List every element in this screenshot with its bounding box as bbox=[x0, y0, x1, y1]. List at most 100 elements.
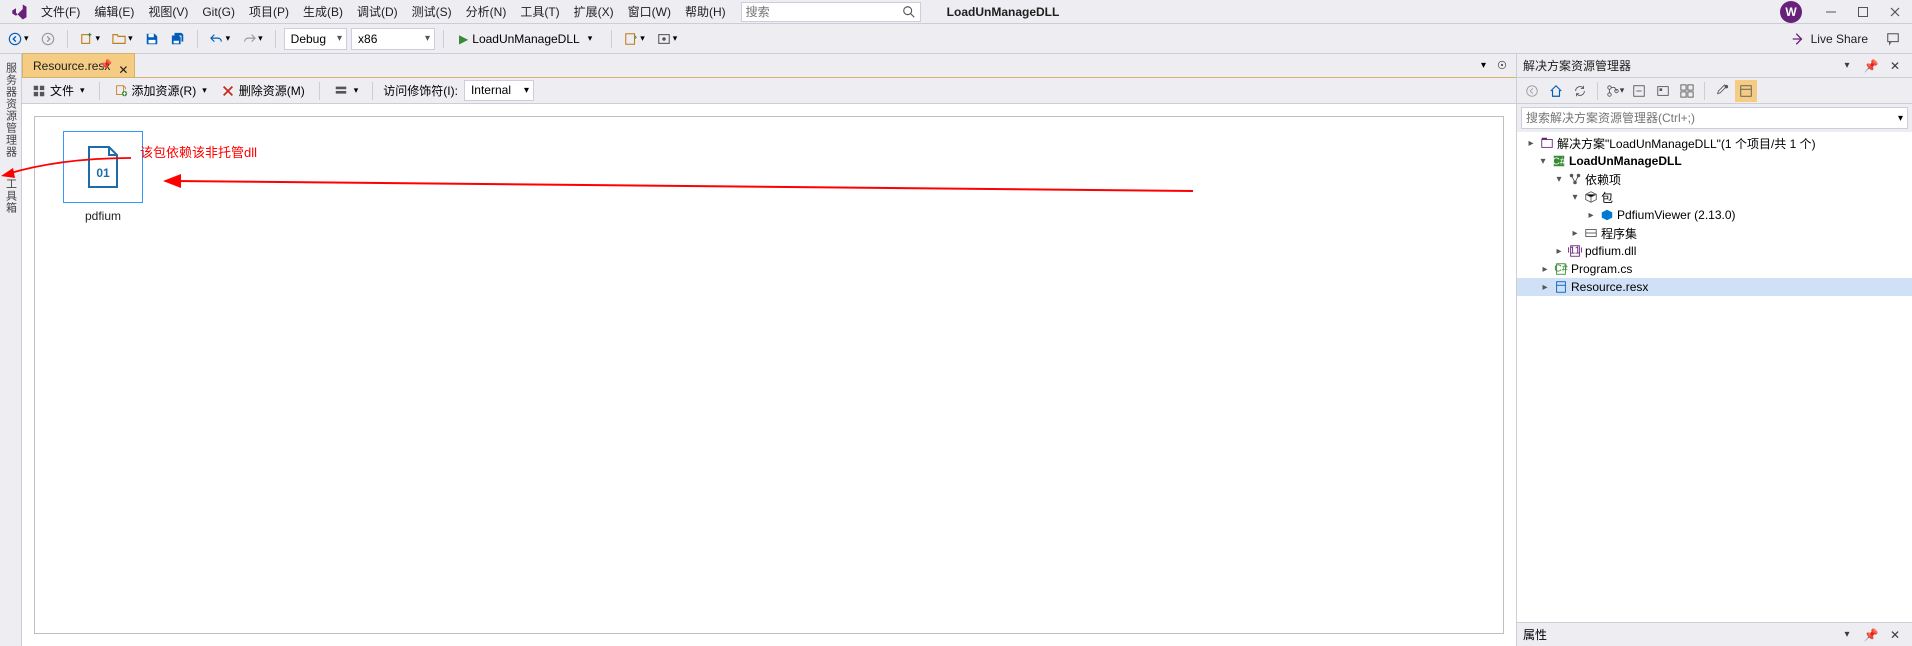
menu-extensions[interactable]: 扩展(X) bbox=[567, 1, 621, 23]
minimize-button[interactable] bbox=[1818, 2, 1844, 22]
vs-logo bbox=[10, 3, 28, 21]
live-share-label: Live Share bbox=[1811, 32, 1868, 46]
redo-button[interactable]: ▾ bbox=[238, 27, 267, 51]
solution-explorer-header[interactable]: 解决方案资源管理器 ▾ 📌 ✕ bbox=[1517, 54, 1912, 78]
panel-dropdown-icon[interactable]: ▾ bbox=[1836, 55, 1858, 77]
pin-icon[interactable]: 📌 bbox=[100, 54, 112, 78]
toolbar-extra1[interactable]: ▾ bbox=[620, 27, 649, 51]
live-share-button[interactable]: Live Share bbox=[1781, 32, 1878, 46]
close-button[interactable] bbox=[1882, 2, 1908, 22]
menu-view[interactable]: 视图(V) bbox=[141, 1, 195, 23]
resource-label: pdfium bbox=[63, 209, 143, 223]
resource-item-pdfium[interactable]: 01 pdfium bbox=[63, 131, 143, 223]
menu-file[interactable]: 文件(F) bbox=[34, 1, 87, 23]
se-search-input[interactable] bbox=[1526, 111, 1898, 125]
resx-add-label: 添加资源(R) bbox=[132, 82, 197, 99]
resource-canvas[interactable]: 01 pdfium bbox=[34, 116, 1504, 634]
feedback-button[interactable] bbox=[1882, 27, 1904, 51]
account-badge[interactable]: W bbox=[1780, 1, 1802, 23]
prop-pin-icon[interactable]: 📌 bbox=[1860, 624, 1882, 646]
tree-pdfiumviewer[interactable]: ▸ PdfiumViewer (2.13.0) bbox=[1517, 206, 1912, 224]
left-tab-toolbox[interactable]: 工具箱 bbox=[3, 174, 19, 218]
undo-button[interactable]: ▾ bbox=[206, 27, 235, 51]
tree-packages[interactable]: ▾ 包 bbox=[1517, 188, 1912, 206]
svg-text:C#: C# bbox=[1554, 263, 1568, 275]
document-tab-label: Resource.resx bbox=[33, 59, 110, 73]
se-search-box[interactable]: ▾ bbox=[1521, 107, 1908, 129]
global-search[interactable] bbox=[741, 2, 921, 22]
menu-edit[interactable]: 编辑(E) bbox=[87, 1, 141, 23]
tree-program-cs[interactable]: ▸ C# Program.cs bbox=[1517, 260, 1912, 278]
panel-pin-icon[interactable]: 📌 bbox=[1860, 55, 1882, 77]
annotation-arrow bbox=[163, 169, 1193, 199]
tree-resource-resx[interactable]: ▸ Resource.resx bbox=[1517, 278, 1912, 296]
resx-file-label: 文件 bbox=[50, 82, 74, 99]
tree-pdfium-dll[interactable]: ▸ 0110 pdfium.dll bbox=[1517, 242, 1912, 260]
se-home-icon[interactable] bbox=[1545, 80, 1567, 102]
se-collapse-icon[interactable] bbox=[1628, 80, 1650, 102]
cs-file-icon: C# bbox=[1553, 261, 1569, 277]
menu-git[interactable]: Git(G) bbox=[195, 1, 242, 23]
resx-file-icon bbox=[1553, 279, 1569, 295]
properties-header[interactable]: 属性 ▾ 📌 ✕ bbox=[1517, 622, 1912, 646]
resx-access-label: 访问修饰符(I): bbox=[383, 82, 458, 99]
svg-text:0110: 0110 bbox=[1568, 245, 1582, 257]
se-back-icon[interactable] bbox=[1521, 80, 1543, 102]
solution-tree[interactable]: ▸ 解决方案"LoadUnManageDLL"(1 个项目/共 1 个) ▾ C… bbox=[1517, 132, 1912, 622]
menu-tools[interactable]: 工具(T) bbox=[513, 1, 566, 23]
config-combo[interactable]: Debug bbox=[284, 28, 347, 50]
menu-window[interactable]: 窗口(W) bbox=[621, 1, 678, 23]
start-debug-button[interactable]: ▶ LoadUnManageDLL ▾ bbox=[452, 28, 603, 50]
se-showall-icon[interactable] bbox=[1652, 80, 1674, 102]
save-all-button[interactable] bbox=[167, 27, 189, 51]
menu-test[interactable]: 测试(S) bbox=[405, 1, 459, 23]
resx-view-button[interactable]: 文件▾ bbox=[28, 80, 89, 102]
document-tab-resource[interactable]: Resource.resx 📌 ✕ bbox=[22, 53, 135, 77]
assembly-icon bbox=[1583, 225, 1599, 241]
maximize-button[interactable] bbox=[1850, 2, 1876, 22]
menu-analyze[interactable]: 分析(N) bbox=[459, 1, 514, 23]
resource-thumb: 01 bbox=[63, 131, 143, 203]
tree-deps[interactable]: ▾ 依赖项 bbox=[1517, 170, 1912, 188]
se-git-icon[interactable]: ▾ bbox=[1604, 80, 1626, 102]
tree-assemblies[interactable]: ▸ 程序集 bbox=[1517, 224, 1912, 242]
left-tab-server-explorer[interactable]: 服务器资源管理器 bbox=[3, 58, 19, 162]
nav-back-button[interactable]: ▾ bbox=[4, 27, 33, 51]
menu-debug[interactable]: 调试(D) bbox=[350, 1, 405, 23]
menu-project[interactable]: 项目(P) bbox=[242, 1, 296, 23]
csproj-icon: C# bbox=[1551, 153, 1567, 169]
global-search-input[interactable] bbox=[746, 5, 902, 19]
prop-close-icon[interactable]: ✕ bbox=[1884, 624, 1906, 646]
se-sync-icon[interactable] bbox=[1569, 80, 1591, 102]
se-properties-icon[interactable] bbox=[1711, 80, 1733, 102]
open-file-button[interactable]: ▾ bbox=[108, 27, 137, 51]
tree-solution[interactable]: ▸ 解决方案"LoadUnManageDLL"(1 个项目/共 1 个) bbox=[1517, 134, 1912, 152]
tab-close-icon[interactable]: ✕ bbox=[118, 58, 128, 82]
se-preview-icon[interactable] bbox=[1735, 80, 1757, 102]
resx-access-combo[interactable]: Internal bbox=[464, 80, 534, 101]
nuget-icon bbox=[1599, 207, 1615, 223]
start-debug-label: LoadUnManageDLL bbox=[472, 32, 579, 46]
package-icon bbox=[1583, 189, 1599, 205]
nav-fwd-button[interactable] bbox=[37, 27, 59, 51]
play-icon: ▶ bbox=[459, 32, 468, 46]
save-button[interactable] bbox=[141, 27, 163, 51]
platform-combo[interactable]: x86 bbox=[351, 28, 435, 50]
tab-options-button[interactable] bbox=[1492, 53, 1512, 77]
menu-help[interactable]: 帮助(H) bbox=[678, 1, 733, 23]
new-project-button[interactable]: ▾ bbox=[76, 27, 105, 51]
resx-layout-button[interactable]: ▾ bbox=[330, 80, 363, 102]
tree-project[interactable]: ▾ C# LoadUnManageDLL bbox=[1517, 152, 1912, 170]
se-refresh-icon[interactable] bbox=[1676, 80, 1698, 102]
panel-close-icon[interactable]: ✕ bbox=[1884, 55, 1906, 77]
title-project: LoadUnManageDLL bbox=[941, 5, 1066, 19]
resx-add-resource[interactable]: 添加资源(R)▾ bbox=[110, 80, 211, 102]
prop-dropdown-icon[interactable]: ▾ bbox=[1836, 624, 1858, 646]
menu-build[interactable]: 生成(B) bbox=[296, 1, 350, 23]
svg-text:01: 01 bbox=[96, 166, 110, 180]
resx-delete-resource[interactable]: 删除资源(M) bbox=[217, 80, 309, 102]
toolbar-extra2[interactable]: ▾ bbox=[653, 27, 682, 51]
tab-dropdown-button[interactable]: ▾ bbox=[1477, 53, 1490, 77]
dll-icon: 0110 bbox=[1567, 243, 1583, 259]
resx-del-label: 删除资源(M) bbox=[239, 82, 305, 99]
